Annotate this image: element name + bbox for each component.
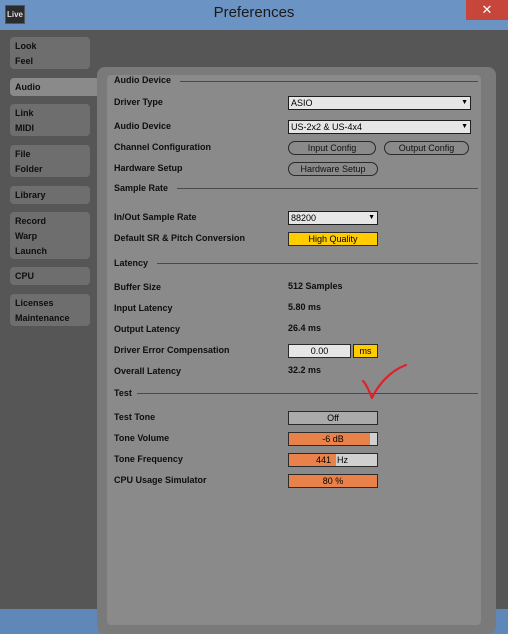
title-bar: Live Preferences ✕	[0, 0, 508, 30]
input-config-button[interactable]: Input Config	[288, 141, 376, 155]
sidebar-item-label: Record	[15, 216, 47, 226]
dropdown-arrow-icon: ▼	[461, 123, 468, 130]
sidebar-item-label: Look	[15, 41, 37, 51]
sidebar-item-label: Audio	[15, 82, 41, 92]
input-latency-label: Input Latency	[114, 303, 173, 313]
sidebar-item-label: Library	[15, 190, 46, 200]
sidebar-item-label: Maintenance	[15, 313, 70, 323]
compensation-unit-badge: ms	[353, 344, 378, 358]
sidebar-item-label: Launch	[15, 246, 48, 256]
buffer-size-label: Buffer Size	[114, 282, 162, 292]
sidebar-item-label: CPU	[15, 271, 35, 281]
output-latency-value: 26.4 ms	[288, 323, 322, 333]
in-out-sample-rate-label: In/Out Sample Rate	[114, 212, 197, 222]
output-config-button[interactable]: Output Config	[384, 141, 469, 155]
sidebar-item-audio[interactable]: Audio	[10, 78, 100, 96]
audio-device-select[interactable]: US-2x2 & US-4x4 ▼	[288, 120, 471, 134]
tone-frequency-unit: Hz	[337, 455, 348, 465]
sidebar-item-label: Link	[15, 108, 34, 118]
sidebar-item-licenses-maintenance[interactable]: Licenses Maintenance	[10, 294, 90, 326]
sidebar-item-label: Licenses	[15, 298, 54, 308]
section-test: Test	[114, 388, 132, 398]
high-quality-toggle[interactable]: High Quality	[288, 232, 378, 246]
driver-type-select[interactable]: ASIO ▼	[288, 96, 471, 110]
close-button[interactable]: ✕	[466, 0, 508, 20]
tone-volume-label: Tone Volume	[114, 433, 170, 443]
dropdown-arrow-icon: ▼	[368, 214, 375, 221]
window-title: Preferences	[213, 4, 295, 21]
section-sample-rate: Sample Rate	[114, 183, 169, 193]
input-latency-value: 5.80 ms	[288, 302, 322, 312]
hardware-setup-label: Hardware Setup	[114, 163, 183, 173]
section-divider	[177, 188, 478, 189]
sidebar-item-label: Feel	[15, 56, 34, 66]
sidebar-item-link-midi[interactable]: Link MIDI	[10, 104, 90, 136]
channel-configuration-label: Channel Configuration	[114, 142, 211, 152]
driver-type-value: ASIO	[291, 98, 313, 108]
default-sr-pitch-label: Default SR & Pitch Conversion	[114, 233, 246, 243]
driver-error-compensation-label: Driver Error Compensation	[114, 345, 230, 355]
sidebar-item-cpu[interactable]: CPU	[10, 267, 90, 285]
tone-frequency-slider[interactable]: 441 Hz	[288, 453, 378, 467]
sidebar-item-look-feel[interactable]: Look Feel	[10, 37, 90, 69]
audio-device-label: Audio Device	[114, 121, 172, 131]
section-divider	[180, 81, 478, 82]
hardware-setup-button[interactable]: Hardware Setup	[288, 162, 378, 176]
preferences-frame: Look Feel Audio Link MIDI File Folder Li…	[0, 30, 508, 634]
test-tone-toggle[interactable]: Off	[288, 411, 378, 425]
sidebar-item-library[interactable]: Library	[10, 186, 90, 204]
cpu-usage-simulator-label: CPU Usage Simulator	[114, 475, 207, 485]
buffer-size-value[interactable]: 512 Samples	[288, 281, 343, 291]
driver-type-label: Driver Type	[114, 97, 163, 107]
red-checkmark-annotation	[361, 363, 408, 400]
sample-rate-select[interactable]: 88200 ▼	[288, 211, 378, 225]
audio-settings-panel: Audio Device Driver Type ASIO ▼ Audio De…	[97, 67, 496, 634]
test-tone-label: Test Tone	[114, 412, 156, 422]
sidebar-item-label: MIDI	[15, 123, 34, 133]
dropdown-arrow-icon: ▼	[461, 99, 468, 106]
sidebar-item-label: File	[15, 149, 31, 159]
overall-latency-label: Overall Latency	[114, 366, 182, 376]
audio-settings-content: Audio Device Driver Type ASIO ▼ Audio De…	[107, 75, 481, 625]
cpu-usage-simulator-slider[interactable]: 80 %	[288, 474, 378, 488]
tone-frequency-value: 441	[316, 455, 332, 465]
section-latency: Latency	[114, 258, 149, 268]
output-latency-label: Output Latency	[114, 324, 181, 334]
section-audio-device: Audio Device	[114, 75, 172, 85]
tone-frequency-label: Tone Frequency	[114, 454, 183, 464]
tone-volume-slider[interactable]: -6 dB	[288, 432, 378, 446]
sidebar-item-record-warp-launch[interactable]: Record Warp Launch	[10, 212, 90, 259]
sidebar-item-label: Folder	[15, 164, 43, 174]
sidebar-item-file-folder[interactable]: File Folder	[10, 145, 90, 177]
sidebar-item-label: Warp	[15, 231, 38, 241]
tone-volume-value: -6 dB	[322, 434, 344, 444]
section-divider	[157, 263, 478, 264]
sample-rate-value: 88200	[291, 213, 317, 223]
overall-latency-value: 32.2 ms	[288, 365, 322, 375]
audio-device-value: US-2x2 & US-4x4	[291, 122, 363, 132]
driver-error-compensation-input[interactable]: 0.00	[288, 344, 351, 358]
section-divider	[137, 393, 478, 394]
